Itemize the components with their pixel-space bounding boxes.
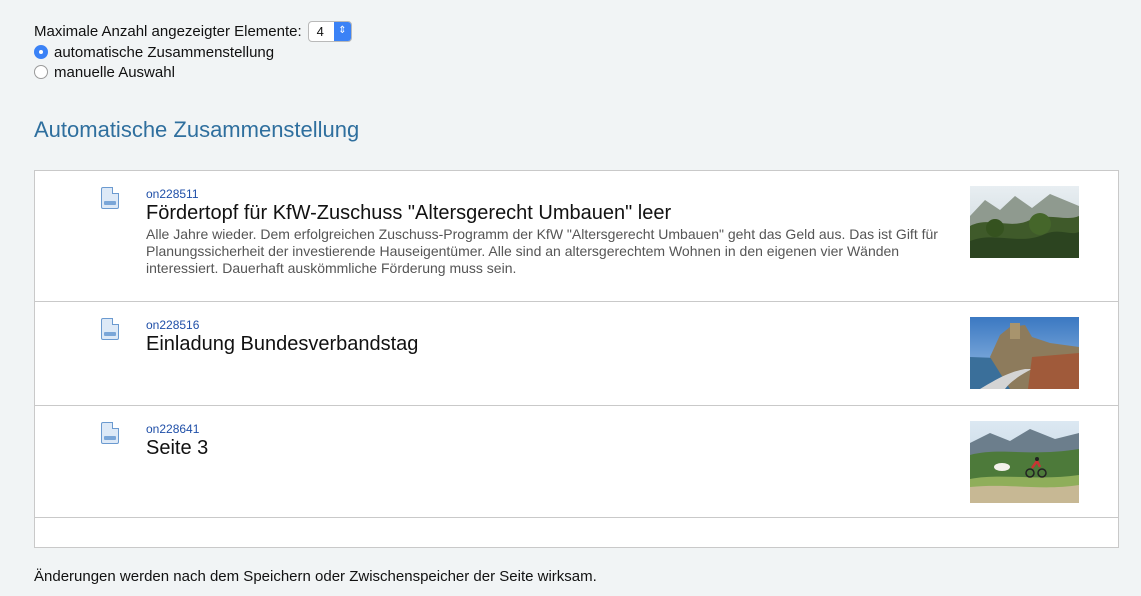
item-title[interactable]: Einladung Bundesverbandstag — [146, 333, 956, 356]
chevron-updown-icon: ⇕ — [333, 21, 351, 41]
radio-manual[interactable] — [34, 65, 48, 79]
list-item-text: on228516 Einladung Bundesverbandstag — [146, 318, 956, 356]
thumbnail-cyclist-meadow — [970, 421, 1079, 503]
document-icon — [101, 187, 119, 209]
max-items-select[interactable]: 4 ⇕ — [307, 20, 352, 42]
item-id[interactable]: on228641 — [146, 422, 956, 436]
list-item-text: on228641 Seite 3 — [146, 422, 956, 460]
radio-manual-label[interactable]: manuelle Auswahl — [54, 64, 175, 81]
radio-manual-row[interactable]: manuelle Auswahl — [34, 62, 1120, 82]
item-title[interactable]: Seite 3 — [146, 437, 956, 460]
footer-note: Änderungen werden nach dem Speichern ode… — [34, 568, 597, 585]
radio-auto-label[interactable]: automatische Zusammenstellung — [54, 44, 274, 61]
section-title: Automatische Zusammenstellung — [34, 117, 360, 142]
max-items-row: Maximale Anzahl angezeigter Elemente: 4 … — [34, 20, 1120, 42]
radio-auto-row[interactable]: automatische Zusammenstellung — [34, 42, 1120, 62]
teaser-settings: Maximale Anzahl angezeigter Elemente: 4 … — [34, 20, 1120, 585]
max-items-label: Maximale Anzahl angezeigter Elemente: — [34, 22, 302, 40]
thumbnail-mountain-trees — [970, 186, 1079, 258]
item-list: on228511 Fördertopf für KfW-Zuschuss "Al… — [34, 170, 1119, 548]
radio-auto[interactable] — [34, 45, 48, 59]
max-items-value: 4 — [316, 23, 324, 39]
item-id[interactable]: on228516 — [146, 318, 956, 332]
list-item[interactable]: on228511 Fördertopf für KfW-Zuschuss "Al… — [35, 171, 1118, 302]
document-icon — [101, 422, 119, 444]
thumbnail-coastal-road — [970, 317, 1079, 389]
item-description: Alle Jahre wieder. Dem erfolgreichen Zus… — [146, 226, 938, 276]
list-item[interactable]: on228516 Einladung Bundesverbandstag — [35, 302, 1118, 406]
item-id[interactable]: on228511 — [146, 187, 956, 201]
document-icon — [101, 318, 119, 340]
list-item-text: on228511 Fördertopf für KfW-Zuschuss "Al… — [146, 187, 956, 277]
item-title[interactable]: Fördertopf für KfW-Zuschuss "Altersgerec… — [146, 202, 956, 225]
list-item[interactable]: on228641 Seite 3 — [35, 406, 1118, 518]
